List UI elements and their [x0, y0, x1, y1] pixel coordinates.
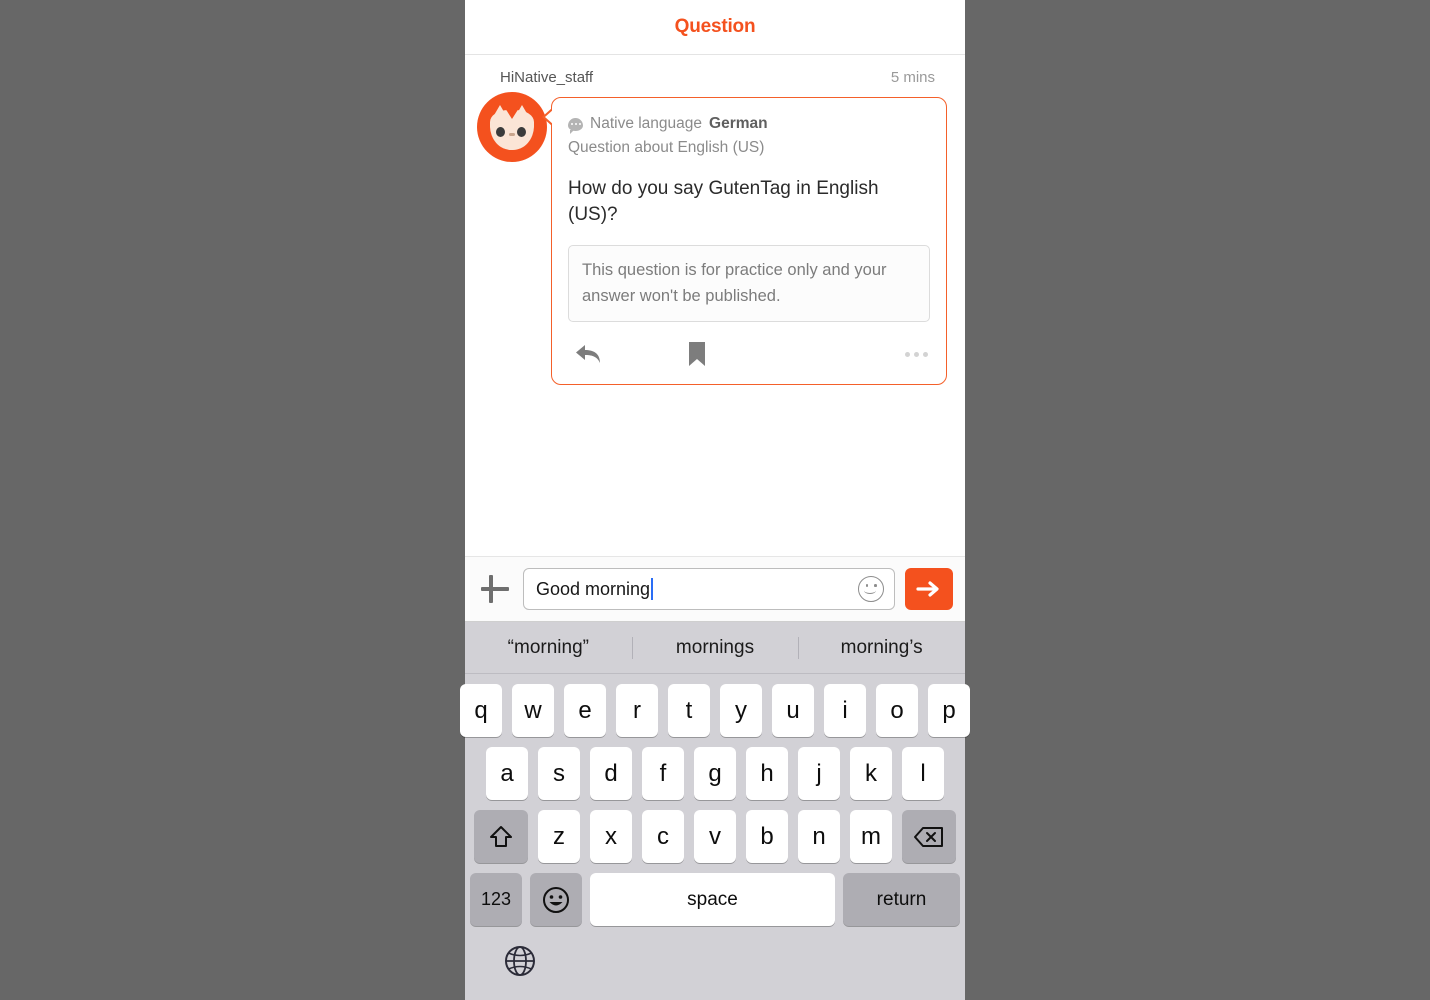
key-z[interactable]: z	[538, 810, 580, 863]
key-a[interactable]: a	[486, 747, 528, 800]
suggestion-2[interactable]: morning’s	[798, 637, 965, 659]
text-caret	[651, 578, 654, 600]
shift-key[interactable]	[474, 810, 528, 863]
page-title: Question	[674, 16, 756, 37]
key-l[interactable]: l	[902, 747, 944, 800]
key-w[interactable]: w	[512, 684, 554, 737]
numbers-key[interactable]: 123	[470, 873, 522, 926]
key-g[interactable]: g	[694, 747, 736, 800]
keyboard-row-4: 123 space return	[465, 873, 965, 926]
key-s[interactable]: s	[538, 747, 580, 800]
suggestion-0[interactable]: “morning”	[465, 637, 632, 659]
message-meta: HiNative_staff 5 mins	[465, 69, 965, 86]
question-body: How do you say GutenTag in English (US)?	[568, 178, 879, 225]
keyboard-globe-row	[465, 926, 965, 1000]
nav-bar: Question	[465, 0, 965, 55]
message-row: Native language German Question about En…	[465, 92, 965, 386]
native-language-line: Native language German	[568, 112, 930, 136]
key-d[interactable]: d	[590, 747, 632, 800]
question-bubble: Native language German Question about En…	[542, 97, 947, 386]
key-x[interactable]: x	[590, 810, 632, 863]
key-h[interactable]: h	[746, 747, 788, 800]
plus-icon[interactable]	[477, 571, 513, 607]
suggestion-1[interactable]: mornings	[632, 637, 799, 659]
more-options-icon[interactable]	[905, 351, 928, 357]
key-i[interactable]: i	[824, 684, 866, 737]
avatar-eye-left-icon	[494, 125, 507, 139]
onscreen-keyboard: “morning” mornings morning’s q w e r t y…	[460, 622, 970, 1000]
speech-bubble-icon	[568, 117, 583, 134]
author-name[interactable]: HiNative_staff	[500, 69, 593, 86]
native-language-label: Native language	[590, 115, 703, 132]
emoji-key[interactable]	[530, 873, 582, 926]
timestamp: 5 mins	[890, 69, 935, 86]
avatar-hair-notch-icon	[505, 108, 519, 119]
composer-bar: Good morning	[465, 556, 965, 622]
space-key[interactable]: space	[590, 873, 835, 926]
keyboard-row-2: a s d f g h j k l	[465, 747, 965, 800]
key-u[interactable]: u	[772, 684, 814, 737]
return-key[interactable]: return	[843, 873, 960, 926]
answer-input-value: Good morning	[536, 578, 651, 599]
key-r[interactable]: r	[616, 684, 658, 737]
reply-icon[interactable]	[568, 342, 610, 366]
emoji-icon[interactable]	[858, 576, 884, 602]
send-button[interactable]	[905, 568, 953, 610]
practice-notice: This question is for practice only and y…	[568, 245, 930, 323]
key-m[interactable]: m	[850, 810, 892, 863]
question-subject: Question about English (US)	[568, 139, 765, 157]
key-c[interactable]: c	[642, 810, 684, 863]
delete-icon	[914, 826, 943, 847]
emoji-key-icon	[543, 886, 569, 913]
answer-input[interactable]: Good morning	[523, 568, 895, 610]
keyboard-row-3: z x c v b n m	[465, 810, 965, 863]
suggestion-bar: “morning” mornings morning’s	[465, 622, 965, 674]
send-arrow-icon	[916, 581, 939, 597]
shift-icon	[490, 825, 512, 847]
question-thread: HiNative_staff 5 mins Native language Ge…	[465, 55, 965, 556]
key-n[interactable]: n	[798, 810, 840, 863]
globe-key[interactable]	[503, 944, 537, 983]
key-t[interactable]: t	[668, 684, 710, 737]
key-q[interactable]: q	[460, 684, 502, 737]
delete-key[interactable]	[902, 810, 956, 863]
globe-icon	[505, 945, 535, 976]
avatar-nose-icon	[509, 133, 515, 136]
key-f[interactable]: f	[642, 747, 684, 800]
bookmark-icon[interactable]	[676, 341, 718, 367]
key-j[interactable]: j	[798, 747, 840, 800]
native-language-value: German	[709, 115, 768, 132]
key-e[interactable]: e	[564, 684, 606, 737]
key-p[interactable]: p	[928, 684, 970, 737]
key-y[interactable]: y	[720, 684, 762, 737]
message-actions	[568, 334, 930, 374]
key-b[interactable]: b	[746, 810, 788, 863]
avatar[interactable]	[477, 92, 547, 162]
phone-screen: Question HiNative_staff 5 mins Native la…	[460, 0, 970, 1000]
keyboard-row-1: q w e r t y u i o p	[460, 684, 970, 737]
avatar-eye-right-icon	[515, 125, 528, 139]
key-o[interactable]: o	[876, 684, 918, 737]
key-k[interactable]: k	[850, 747, 892, 800]
bubble-tail-inner	[545, 109, 554, 125]
key-v[interactable]: v	[694, 810, 736, 863]
